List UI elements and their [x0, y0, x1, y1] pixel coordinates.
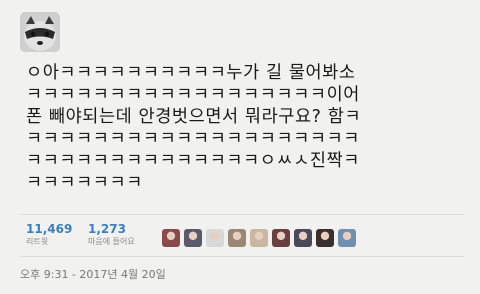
retweet-label: 리트윗 [26, 237, 49, 246]
stats-bottom-divider [20, 256, 464, 257]
liker-avatar[interactable] [162, 229, 180, 247]
liker-avatars [162, 229, 356, 247]
like-label: 마음에 들어요 [88, 237, 135, 246]
tweet-line: 폰 빼야되는데 안경벗으면서 뭐라구요? 함ㅋ [26, 107, 362, 127]
tweet-line: ㅋㅋㅋㅋㅋㅋㅋㅋㅋㅋㅋㅋㅋㅋㅇㅆㅅ진짝ㅋ [26, 151, 360, 171]
like-count: 1,273 [88, 222, 126, 236]
liker-avatar[interactable] [250, 229, 268, 247]
tweet-line: ㅋㅋㅋㅋㅋㅋㅋ [26, 173, 143, 193]
liker-avatar[interactable] [316, 229, 334, 247]
liker-avatar[interactable] [206, 229, 224, 247]
tweet-line: ㅋㅋㅋㅋㅋㅋㅋㅋㅋㅋㅋㅋㅋㅋㅋㅋㅋㅋㅋㅋ [26, 129, 360, 149]
liker-avatar[interactable] [338, 229, 356, 247]
retweet-stat[interactable]: 11,469 리트윗 [26, 222, 72, 248]
tweet-line: ㅇ아ㅋㅋㅋㅋㅋㅋㅋㅋㅋㅋ누가 길 물어봐소 [26, 63, 356, 83]
liker-avatar[interactable] [184, 229, 202, 247]
liker-avatar[interactable] [272, 229, 290, 247]
tweet-text: ㅇ아ㅋㅋㅋㅋㅋㅋㅋㅋㅋㅋ누가 길 물어봐소 ㅋㅋㅋㅋㅋㅋㅋㅋㅋㅋㅋㅋㅋㅋㅋㅋㅋㅋ… [26, 62, 478, 194]
liker-avatar[interactable] [228, 229, 246, 247]
raccoon-icon [20, 12, 60, 52]
tweet-line: ㅋㅋㅋㅋㅋㅋㅋㅋㅋㅋㅋㅋㅋㅋㅋㅋㅋㅋ이어 [26, 85, 360, 105]
raccoon-avatar[interactable] [20, 12, 60, 52]
like-stat[interactable]: 1,273 마음에 들어요 [88, 222, 135, 248]
tweet-timestamp[interactable]: 오후 9:31 - 2017년 4월 20일 [20, 266, 166, 282]
liker-avatar[interactable] [294, 229, 312, 247]
retweet-count: 11,469 [26, 222, 73, 236]
stats-top-divider [20, 214, 464, 215]
